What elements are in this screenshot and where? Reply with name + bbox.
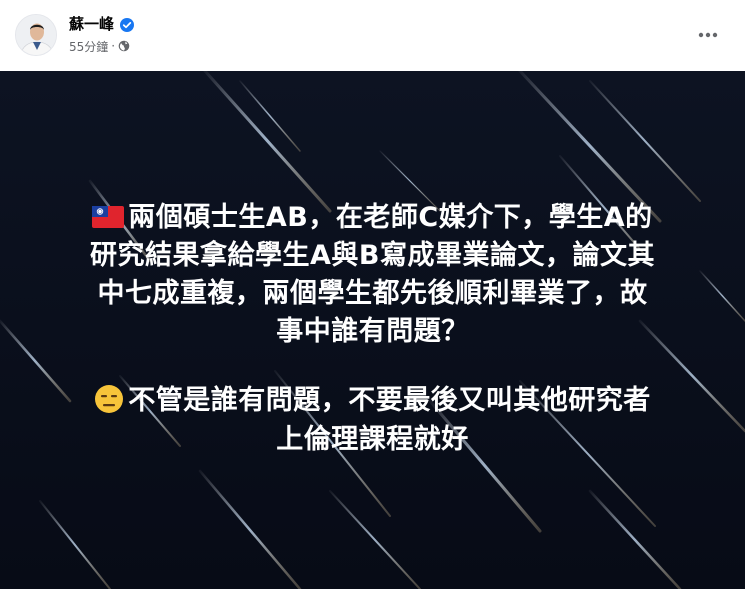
- caption-line-text: 不管是誰有問題，不要最後又叫其他研究者: [128, 385, 651, 416]
- verified-badge-icon: [120, 17, 135, 32]
- author-avatar[interactable]: [15, 14, 57, 56]
- meta-separator: ·: [111, 39, 116, 53]
- author-row: 蘇一峰: [69, 14, 135, 34]
- caption-line-6: 上倫理課程就好: [276, 424, 469, 455]
- more-options-icon: [698, 32, 718, 38]
- caption-line-1: 兩個碩士生AB，在老師C媒介下，學生A的: [0, 200, 745, 236]
- author-name[interactable]: 蘇一峰: [69, 14, 114, 34]
- post-image[interactable]: 兩個碩士生AB，在老師C媒介下，學生A的 研究結果拿給學生A與B寫成畢業論文，論…: [0, 71, 745, 589]
- image-caption-text: 兩個碩士生AB，在老師C媒介下，學生A的 研究結果拿給學生A與B寫成畢業論文，論…: [0, 71, 745, 589]
- caption-line-4: 事中誰有問題？: [276, 316, 469, 347]
- caption-line-2: 研究結果拿給學生A與B寫成畢業論文，論文其: [90, 240, 655, 271]
- globe-icon[interactable]: [118, 40, 130, 52]
- post-timestamp[interactable]: 55分鐘: [69, 38, 108, 55]
- caption-line-5: 不管是誰有問題，不要最後又叫其他研究者: [0, 383, 745, 419]
- avatar-photo: [16, 15, 56, 55]
- expressionless-face-icon: [94, 384, 124, 414]
- caption-line-text: 兩個碩士生AB，在老師C媒介下，學生A的: [128, 202, 653, 233]
- post-meta: 55分鐘 ·: [69, 38, 130, 54]
- caption-line-3: 中七成重複，兩個學生都先後順利畢業了，故: [97, 278, 648, 309]
- facebook-post: 蘇一峰 55分鐘 · 兩個碩士生AB，在老師C媒介下，學生A的 研究結果拿給學生…: [0, 0, 745, 589]
- post-header: 蘇一峰 55分鐘 ·: [0, 0, 745, 71]
- more-options-button[interactable]: [690, 17, 726, 53]
- flag-taiwan-icon: [92, 202, 125, 228]
